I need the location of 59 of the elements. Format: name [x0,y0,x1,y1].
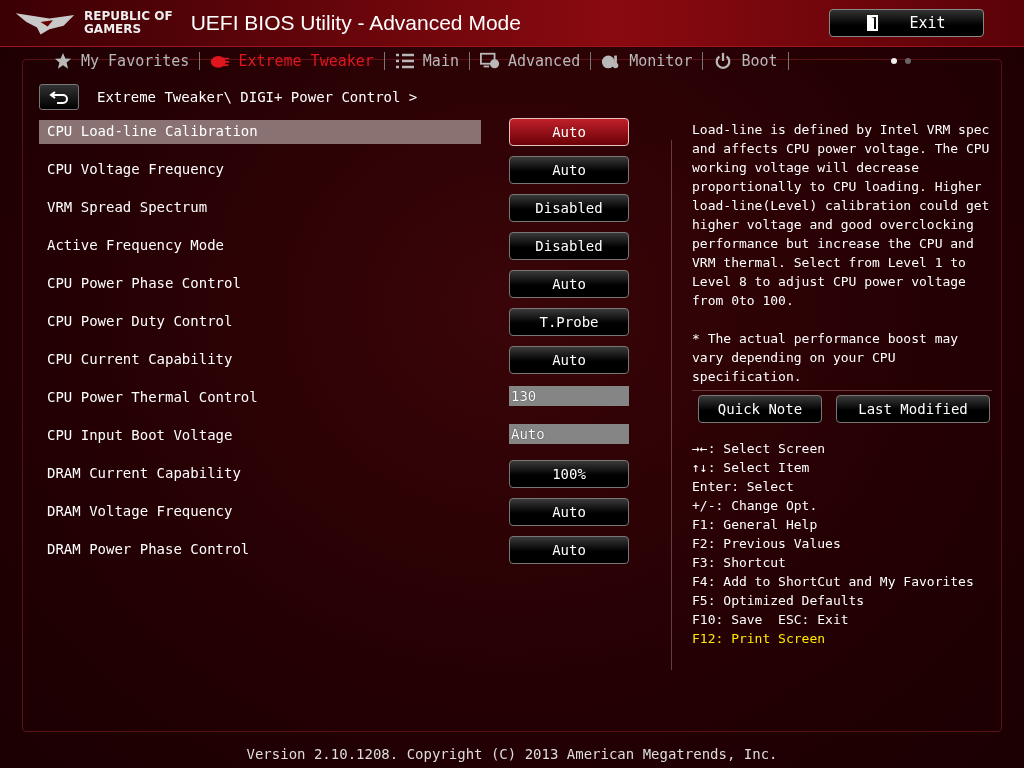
help-text: Load-line is defined by Intel VRM spec and affects CPU power voltage. The CPU working voltage will decrease proportionally to CPU loading. Higher load-line(Level) calibration could get higher voltage and good overclocking performance but increase the CPU and VRM thermal. Select from Level 1 to Level 8 to adjust CPU power voltage from 0to 100. [692,121,991,310]
setting-label[interactable]: VRM Spread Spectrum [39,196,481,220]
value-button[interactable]: Disabled [509,194,629,222]
breadcrumb: Extreme Tweaker\ DIGI+ Power Control > [97,89,418,105]
door-icon [867,15,880,31]
setting-label[interactable]: DRAM Power Phase Control [39,538,481,562]
input-field[interactable]: Auto [509,424,629,444]
key-hint: F10: Save ESC: Exit [692,611,850,629]
list-icon [394,52,415,70]
key-hint: F2: Previous Values [692,535,842,553]
tab[interactable]: Extreme Tweaker [200,52,384,70]
window-title: UEFI BIOS Utility - Advanced Mode [190,11,522,35]
exit-button[interactable]: Exit [829,9,984,37]
key-hint: Enter: Select [692,478,795,496]
input-field[interactable]: 130 [509,386,629,406]
setting-label[interactable]: CPU Voltage Frequency [39,158,481,182]
brand-name: REPUBLIC OF [84,10,173,23]
setting-label[interactable]: DRAM Current Capability [39,462,481,486]
setting-label[interactable]: DRAM Voltage Frequency [39,500,481,524]
back-button[interactable] [39,84,79,110]
page-dot[interactable] [891,58,897,64]
value-button[interactable]: Auto [509,536,629,564]
value-button[interactable]: 100% [509,460,629,488]
setting-label[interactable]: CPU Input Boot Voltage [39,424,481,448]
tab[interactable]: My Favorites [43,52,200,70]
version-text: Version 2.10.1208. Copyright (C) 2013 American Megatrends, Inc. [246,746,778,762]
key-hint: F4: Add to ShortCut and My Favorites [692,573,975,591]
value-button[interactable]: Auto [509,270,629,298]
page-dot[interactable] [905,58,911,64]
setting-label[interactable]: CPU Load-line Calibration [39,120,481,144]
value-button[interactable]: Auto [509,498,629,526]
tab[interactable]: Boot [703,52,788,70]
back-arrow-icon [49,90,69,104]
key-hint: F3: Shortcut [692,554,787,572]
star-icon [53,52,73,70]
help-button[interactable]: Last Modified [836,395,990,423]
help-button[interactable]: Quick Note [698,395,822,423]
screen-info-icon [479,52,500,70]
setting-label[interactable]: CPU Power Phase Control [39,272,481,296]
brand-name: GAMERS [84,23,143,36]
key-hint: F5: Optimized Defaults [692,592,866,610]
value-button[interactable]: T.Probe [509,308,629,336]
tab[interactable]: Main [384,52,469,70]
tab[interactable]: Monitor [591,52,703,70]
key-hint: ↑↓: Select Item [692,459,811,477]
setting-label[interactable]: CPU Power Duty Control [39,310,481,334]
value-button[interactable]: Auto [509,118,629,146]
key-hint: F12: Print Screen [692,630,827,648]
key-hint: F1: General Help [692,516,819,534]
tab[interactable]: Advanced [469,52,591,70]
value-button[interactable]: Disabled [509,232,629,260]
value-button[interactable]: Auto [509,346,629,374]
key-hint: →←: Select Screen [692,440,827,458]
help-text: * The actual performance boost may vary depending on your CPU specification. [692,330,960,386]
key-hint: +/-: Change Opt. [692,497,819,515]
value-button[interactable]: Auto [509,156,629,184]
setting-label[interactable]: CPU Power Thermal Control [39,386,481,410]
setting-label[interactable]: CPU Current Capability [39,348,481,372]
setting-label[interactable]: Active Frequency Mode [39,234,481,258]
